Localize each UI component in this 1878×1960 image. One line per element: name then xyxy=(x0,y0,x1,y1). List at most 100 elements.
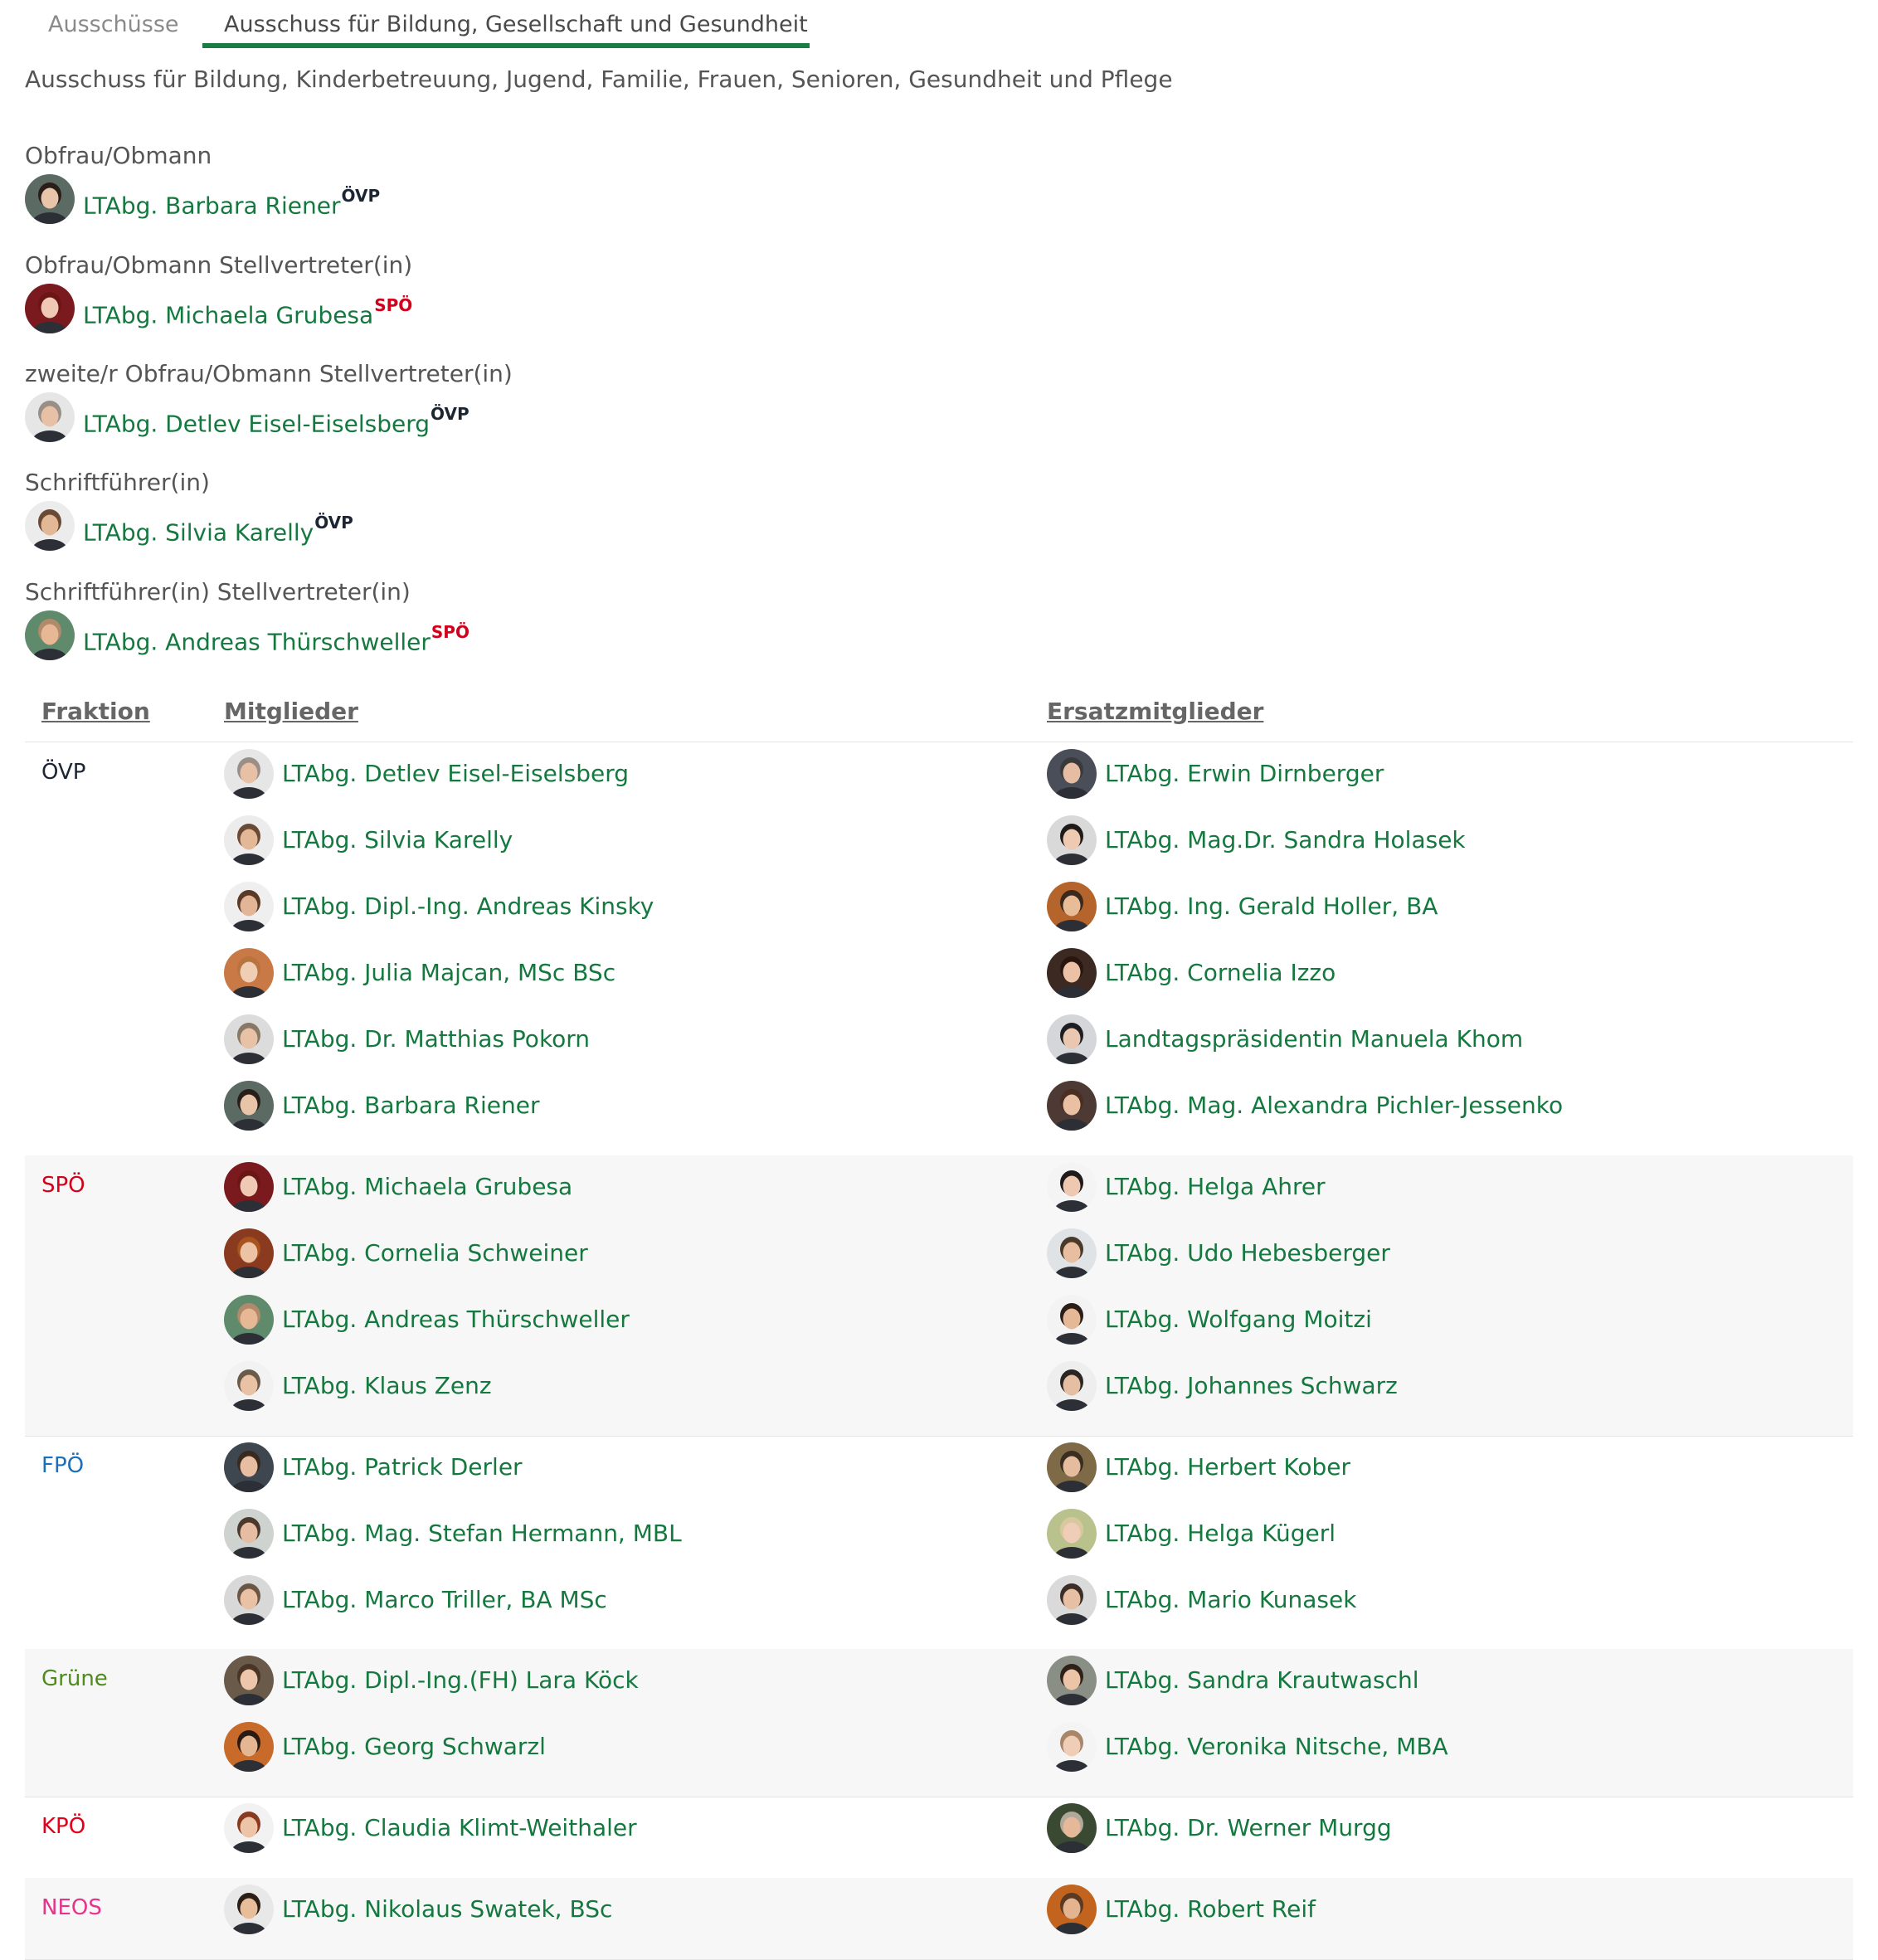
member-link[interactable]: Landtagspräsidentin Manuela Khom xyxy=(1105,1024,1523,1054)
avatar[interactable] xyxy=(25,284,75,333)
member-link[interactable]: LTAbg. Nikolaus Swatek, BSc xyxy=(282,1894,612,1924)
member-link[interactable]: LTAbg. Georg Schwarzl xyxy=(282,1732,546,1762)
role-block: Schriftführer(in) Stellvertreter(in) LTAb… xyxy=(25,577,1020,677)
avatar[interactable] xyxy=(224,1162,274,1212)
member-link[interactable]: LTAbg. Cornelia Schweiner xyxy=(282,1238,588,1268)
avatar[interactable] xyxy=(1047,815,1097,865)
avatar[interactable] xyxy=(224,1228,274,1278)
avatar[interactable] xyxy=(224,1081,274,1131)
avatar[interactable] xyxy=(1047,1228,1097,1278)
avatar[interactable] xyxy=(224,1361,274,1411)
member-link[interactable]: LTAbg. Julia Majcan, MSc BSc xyxy=(282,958,615,988)
member-link[interactable]: LTAbg. Veronika Nitsche, MBA xyxy=(1105,1732,1448,1762)
avatar[interactable] xyxy=(1047,749,1097,799)
member-link[interactable]: LTAbg. Mag. Stefan Hermann, MBL xyxy=(282,1519,682,1549)
avatar[interactable] xyxy=(1047,1081,1097,1131)
member-link[interactable]: LTAbg. Erwin Dirnberger xyxy=(1105,759,1384,789)
fraktion-group: NEOS LTAbg. Nikolaus Swatek, BSc LTAbg. Ro… xyxy=(25,1878,1853,1960)
member-link[interactable]: LTAbg. Robert Reif xyxy=(1105,1894,1316,1924)
avatar[interactable] xyxy=(224,1656,274,1705)
avatar[interactable] xyxy=(1047,1442,1097,1492)
avatar[interactable] xyxy=(224,1509,274,1559)
member-link[interactable]: LTAbg. Udo Hebesberger xyxy=(1105,1238,1390,1268)
avatar[interactable] xyxy=(1047,948,1097,998)
member-link[interactable]: LTAbg. Barbara RienerÖVP xyxy=(83,184,380,221)
committee-page: Ausschüsse Ausschuss für Bildung, Gesell… xyxy=(0,0,1878,1960)
member-link[interactable]: LTAbg. Dr. Matthias Pokorn xyxy=(282,1024,590,1054)
member-link[interactable]: LTAbg. Helga Ahrer xyxy=(1105,1172,1326,1202)
member-name: LTAbg. Detlev Eisel-Eiselsberg xyxy=(83,410,431,438)
avatar[interactable] xyxy=(1047,882,1097,931)
member-link[interactable]: LTAbg. Ing. Gerald Holler, BA xyxy=(1105,892,1438,922)
avatar[interactable] xyxy=(25,392,75,442)
member-link[interactable]: LTAbg. Silvia KarellyÖVP xyxy=(83,511,353,547)
fraktion-group: Grüne LTAbg. Dipl.-Ing.(FH) Lara Köck LTAb… xyxy=(25,1649,1853,1797)
member-link[interactable]: LTAbg. Michaela GrubesaSPÖ xyxy=(83,294,412,330)
column-header-fraktion[interactable]: Fraktion xyxy=(41,695,150,728)
avatar[interactable] xyxy=(1047,1885,1097,1934)
committee-description: Ausschuss für Bildung, Kinderbetreuung, … xyxy=(25,66,1173,93)
avatar[interactable] xyxy=(224,1575,274,1625)
member-link[interactable]: LTAbg. Claudia Klimt-Weithaler xyxy=(282,1813,637,1843)
member-link[interactable]: LTAbg. Mario Kunasek xyxy=(1105,1585,1356,1615)
column-header-ersatzmitglieder[interactable]: Ersatzmitglieder xyxy=(1047,695,1263,728)
member-name: LTAbg. Barbara Riener xyxy=(83,192,341,220)
tab-ausschuesse[interactable]: Ausschüsse xyxy=(48,10,179,40)
member-link[interactable]: LTAbg. Klaus Zenz xyxy=(282,1371,492,1401)
active-tab-indicator xyxy=(202,43,810,48)
member-link[interactable]: LTAbg. Andreas ThürschwellerSPÖ xyxy=(83,620,470,657)
avatar[interactable] xyxy=(1047,1295,1097,1345)
member-link[interactable]: LTAbg. Sandra Krautwaschl xyxy=(1105,1666,1419,1695)
avatar[interactable] xyxy=(224,1014,274,1064)
member-link[interactable]: LTAbg. Silvia Karelly xyxy=(282,825,513,855)
role-title: Schriftführer(in) xyxy=(25,469,210,496)
fraktion-name: FPÖ xyxy=(41,1453,85,1478)
avatar[interactable] xyxy=(224,1295,274,1345)
tab-bildung-gesellschaft-gesundheit[interactable]: Ausschuss für Bildung, Gesellschaft und … xyxy=(224,10,808,40)
member-link[interactable]: LTAbg. Cornelia Izzo xyxy=(1105,958,1336,988)
member-name: LTAbg. Silvia Karelly xyxy=(83,518,314,547)
avatar[interactable] xyxy=(1047,1162,1097,1212)
avatar[interactable] xyxy=(224,882,274,931)
member-link[interactable]: LTAbg. Mag.Dr. Sandra Holasek xyxy=(1105,825,1466,855)
avatar[interactable] xyxy=(224,1442,274,1492)
avatar[interactable] xyxy=(25,174,75,224)
member-link[interactable]: LTAbg. Patrick Derler xyxy=(282,1452,523,1482)
avatar[interactable] xyxy=(224,815,274,865)
member-link[interactable]: LTAbg. Barbara Riener xyxy=(282,1091,540,1121)
member-link[interactable]: LTAbg. Johannes Schwarz xyxy=(1105,1371,1398,1401)
fraktion-group: FPÖ LTAbg. Patrick Derler LTAbg. Mag. Stef… xyxy=(25,1436,1853,1650)
avatar[interactable] xyxy=(1047,1509,1097,1559)
member-link[interactable]: LTAbg. Dr. Werner Murgg xyxy=(1105,1813,1392,1843)
member-link[interactable]: LTAbg. Mag. Alexandra Pichler-Jessenko xyxy=(1105,1091,1563,1121)
member-link[interactable]: LTAbg. Herbert Kober xyxy=(1105,1452,1350,1482)
avatar[interactable] xyxy=(1047,1722,1097,1772)
member-link[interactable]: LTAbg. Andreas Thürschweller xyxy=(282,1305,630,1335)
avatar[interactable] xyxy=(224,1722,274,1772)
member-link[interactable]: LTAbg. Wolfgang Moitzi xyxy=(1105,1305,1372,1335)
member-link[interactable]: LTAbg. Dipl.-Ing. Andreas Kinsky xyxy=(282,892,654,922)
avatar[interactable] xyxy=(25,610,75,660)
avatar[interactable] xyxy=(1047,1656,1097,1705)
avatar[interactable] xyxy=(1047,1361,1097,1411)
role-block: Schriftführer(in) LTAbg. Silvia KarellyÖV… xyxy=(25,468,1020,567)
avatar[interactable] xyxy=(1047,1014,1097,1064)
column-header-mitglieder[interactable]: Mitglieder xyxy=(224,695,358,728)
fraktion-group: SPÖ LTAbg. Michaela Grubesa LTAbg. Corneli… xyxy=(25,1155,1853,1437)
member-link[interactable]: LTAbg. Marco Triller, BA MSc xyxy=(282,1585,607,1615)
member-link[interactable]: LTAbg. Michaela Grubesa xyxy=(282,1172,572,1202)
member-link[interactable]: LTAbg. Detlev Eisel-EiselsbergÖVP xyxy=(83,402,470,439)
member-link[interactable]: LTAbg. Helga Kügerl xyxy=(1105,1519,1336,1549)
avatar[interactable] xyxy=(224,1803,274,1853)
role-block: Obfrau/Obmann LTAbg. Barbara RienerÖVP xyxy=(25,141,1020,241)
avatar[interactable] xyxy=(224,749,274,799)
avatar[interactable] xyxy=(1047,1803,1097,1853)
fraktion-name: SPÖ xyxy=(41,1173,85,1198)
avatar[interactable] xyxy=(1047,1575,1097,1625)
member-link[interactable]: LTAbg. Detlev Eisel-Eiselsberg xyxy=(282,759,629,789)
tab-bar: Ausschüsse Ausschuss für Bildung, Gesell… xyxy=(0,0,1878,50)
avatar[interactable] xyxy=(224,1885,274,1934)
avatar[interactable] xyxy=(25,501,75,551)
member-link[interactable]: LTAbg. Dipl.-Ing.(FH) Lara Köck xyxy=(282,1666,639,1695)
avatar[interactable] xyxy=(224,948,274,998)
